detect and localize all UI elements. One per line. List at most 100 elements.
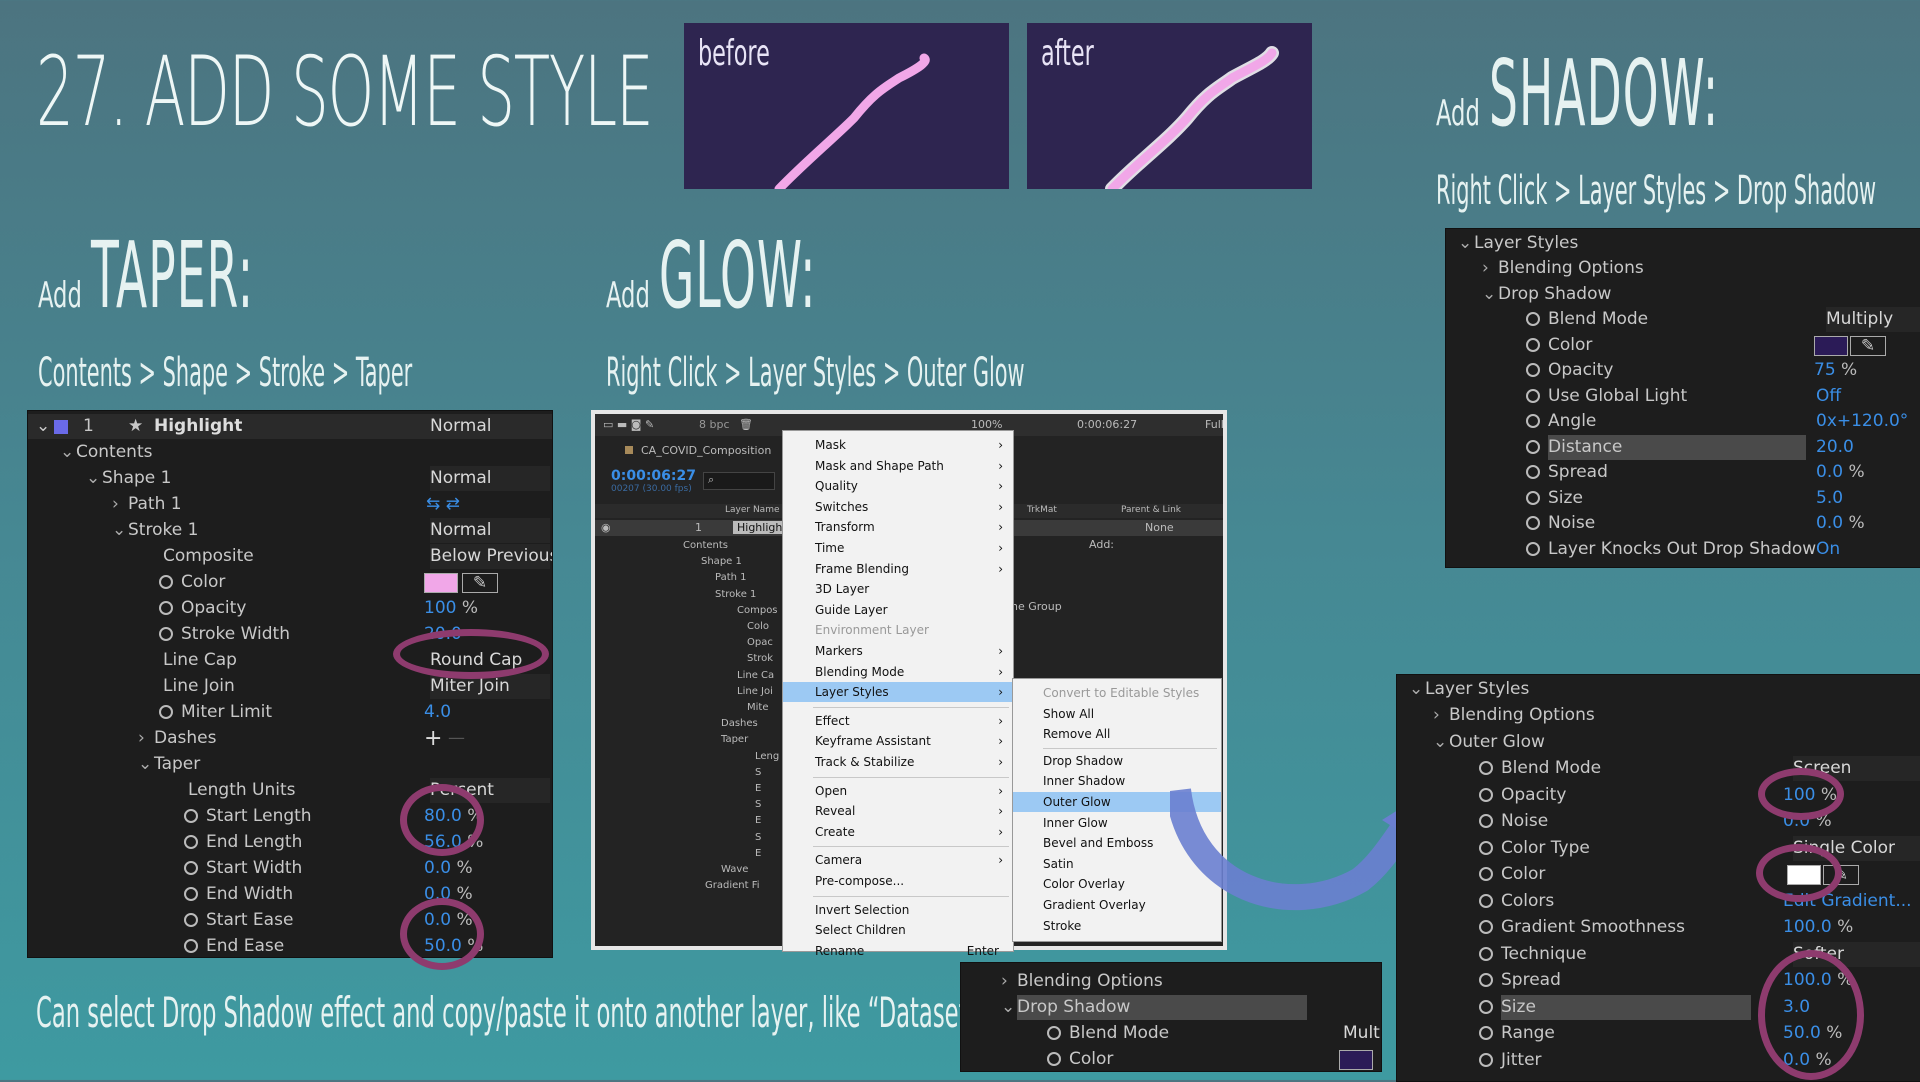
- eyedropper-icon[interactable]: ✎: [462, 573, 498, 593]
- stopwatch-icon[interactable]: [1526, 312, 1540, 326]
- timeline-property-row[interactable]: E: [755, 848, 761, 859]
- menu-item-invert-selection[interactable]: Invert Selection: [783, 900, 1013, 920]
- menu-item-transform[interactable]: Transform ›: [783, 517, 1013, 537]
- stopwatch-icon[interactable]: [184, 887, 198, 901]
- menu-item-open[interactable]: Open ›: [783, 781, 1013, 801]
- stopwatch-icon[interactable]: [1526, 542, 1540, 556]
- stopwatch-icon[interactable]: [1479, 920, 1493, 934]
- timeline-property-row[interactable]: S: [755, 799, 761, 810]
- dashes-row[interactable]: › Dashes + —: [28, 726, 552, 751]
- menu-item-mask[interactable]: Mask ›: [783, 435, 1013, 455]
- stopwatch-icon[interactable]: [159, 601, 173, 615]
- stopwatch-icon[interactable]: [1479, 973, 1493, 987]
- stopwatch-icon[interactable]: [159, 705, 173, 719]
- spread-value[interactable]: 0.0: [1816, 462, 1843, 482]
- menu-item-switches[interactable]: Switches ›: [783, 497, 1013, 517]
- comp-name[interactable]: CA_COVID_Composition: [641, 444, 771, 457]
- layer-name-header[interactable]: Layer Name: [725, 505, 780, 515]
- menu-item-guide-layer[interactable]: Guide Layer: [783, 600, 1013, 620]
- timecode[interactable]: 0:00:06:27: [611, 468, 696, 484]
- stopwatch-icon[interactable]: [1479, 814, 1493, 828]
- menu-item-select-children[interactable]: Select Children: [783, 920, 1013, 940]
- stopwatch-icon[interactable]: [184, 861, 198, 875]
- submenu-item-remove-all[interactable]: Remove All: [1013, 724, 1221, 744]
- layer-styles-row[interactable]: ⌄ Layer Styles: [1446, 231, 1920, 256]
- path-row[interactable]: › Path 1 ⇆ ⇄: [28, 492, 552, 517]
- eyedropper-icon[interactable]: ✎: [1850, 336, 1886, 356]
- timeline-property-row[interactable]: Dashes: [721, 718, 758, 729]
- blend-mode-select[interactable]: Multiply: [1826, 307, 1920, 332]
- search-input[interactable]: ⌕: [703, 472, 775, 490]
- stopwatch-icon[interactable]: [184, 809, 198, 823]
- stopwatch-icon[interactable]: [1526, 338, 1540, 352]
- size-value[interactable]: 5.0: [1816, 486, 1843, 511]
- layer-styles-row[interactable]: ⌄ Layer Styles: [1397, 677, 1920, 702]
- start-width-value[interactable]: 0.0: [424, 858, 451, 878]
- resolution-select[interactable]: Full: [1205, 418, 1223, 431]
- stopwatch-icon[interactable]: [1479, 1000, 1493, 1014]
- stopwatch-icon[interactable]: [1526, 440, 1540, 454]
- outer-glow-row[interactable]: ⌄ Outer Glow: [1397, 730, 1920, 755]
- menu-item-markers[interactable]: Markers ›: [783, 641, 1013, 661]
- taper-row[interactable]: ⌄ Taper: [28, 752, 552, 777]
- menu-item-camera[interactable]: Camera ›: [783, 850, 1013, 870]
- timeline-layer-name[interactable]: Highligh: [733, 521, 787, 534]
- angle-value[interactable]: 0x+120.0°: [1816, 409, 1908, 434]
- stopwatch-icon[interactable]: [1526, 389, 1540, 403]
- stopwatch-icon[interactable]: [184, 913, 198, 927]
- timeline-property-row[interactable]: Taper: [721, 734, 748, 745]
- add-menu[interactable]: Add:: [1089, 538, 1114, 551]
- timeline-property-row[interactable]: S: [755, 832, 761, 843]
- color-swatch[interactable]: [424, 573, 458, 593]
- blend-mode-select[interactable]: Mult: [1343, 1021, 1380, 1046]
- timeline-property-row[interactable]: Line Ca: [737, 670, 774, 681]
- stopwatch-icon[interactable]: [1479, 761, 1493, 775]
- timeline-property-row[interactable]: S: [755, 767, 761, 778]
- label-color-icon[interactable]: [54, 420, 68, 434]
- group-select[interactable]: he Group: [1011, 600, 1062, 613]
- distance-value[interactable]: 20.0: [1816, 435, 1854, 460]
- menu-item-track-stabilize[interactable]: Track & Stabilize ›: [783, 752, 1013, 772]
- menu-item-reveal[interactable]: Reveal ›: [783, 801, 1013, 821]
- submenu-item-convert-to-editable-styles[interactable]: Convert to Editable Styles: [1013, 683, 1221, 703]
- global-light-value[interactable]: Off: [1816, 384, 1841, 409]
- knocks-out-value[interactable]: On: [1816, 537, 1840, 562]
- timeline-property-row[interactable]: Path 1: [715, 572, 747, 583]
- stopwatch-icon[interactable]: [1526, 516, 1540, 530]
- trkmat-header[interactable]: TrkMat: [1027, 505, 1057, 515]
- menu-item-layer-styles[interactable]: Layer Styles ›: [783, 682, 1013, 703]
- path-direction-icon[interactable]: ⇆ ⇄: [426, 492, 460, 517]
- menu-item-3d-layer[interactable]: 3D Layer: [783, 579, 1013, 599]
- timeline-property-row[interactable]: Stroke 1: [715, 589, 756, 600]
- blending-row[interactable]: › Blending Options: [1446, 256, 1920, 281]
- eye-icon[interactable]: ◉: [601, 521, 611, 534]
- contents-row[interactable]: ⌄ Contents: [28, 440, 552, 465]
- drop-shadow-row[interactable]: ⌄ Drop Shadow: [1446, 282, 1920, 307]
- timeline-property-row[interactable]: Compos: [737, 605, 778, 616]
- timeline-property-row[interactable]: Opac: [747, 637, 773, 648]
- stopwatch-icon[interactable]: [1479, 894, 1493, 908]
- submenu-item-show-all[interactable]: Show All: [1013, 704, 1221, 724]
- timeline-property-row[interactable]: Colo: [747, 621, 769, 632]
- menu-item-rename[interactable]: Rename Enter: [783, 941, 1013, 961]
- timeline-property-row[interactable]: Strok: [747, 653, 773, 664]
- color-swatch[interactable]: [1339, 1050, 1373, 1070]
- stopwatch-icon[interactable]: [159, 575, 173, 589]
- menu-item-keyframe-assistant[interactable]: Keyframe Assistant ›: [783, 731, 1013, 751]
- bpc-label[interactable]: 8 bpc: [699, 418, 730, 431]
- stopwatch-icon[interactable]: [1526, 363, 1540, 377]
- opacity-value[interactable]: 100: [424, 598, 456, 618]
- timeline-property-row[interactable]: Gradient Fi: [705, 880, 760, 891]
- add-dash-icon[interactable]: +: [424, 726, 442, 751]
- stopwatch-icon[interactable]: [184, 835, 198, 849]
- miter-value[interactable]: 4.0: [424, 700, 451, 725]
- menu-item-pre-compose[interactable]: Pre-compose...: [783, 871, 1013, 891]
- stopwatch-icon[interactable]: [1479, 1053, 1493, 1067]
- trash-icon[interactable]: 🗑: [739, 418, 753, 431]
- stroke-row[interactable]: ⌄ Stroke 1 Normal: [28, 518, 552, 543]
- shape-mode-select[interactable]: Normal: [430, 466, 550, 491]
- shadow-color-swatch[interactable]: [1814, 336, 1848, 356]
- stopwatch-icon[interactable]: [1047, 1052, 1061, 1066]
- stopwatch-icon[interactable]: [1526, 491, 1540, 505]
- parent-select[interactable]: None: [1145, 521, 1174, 534]
